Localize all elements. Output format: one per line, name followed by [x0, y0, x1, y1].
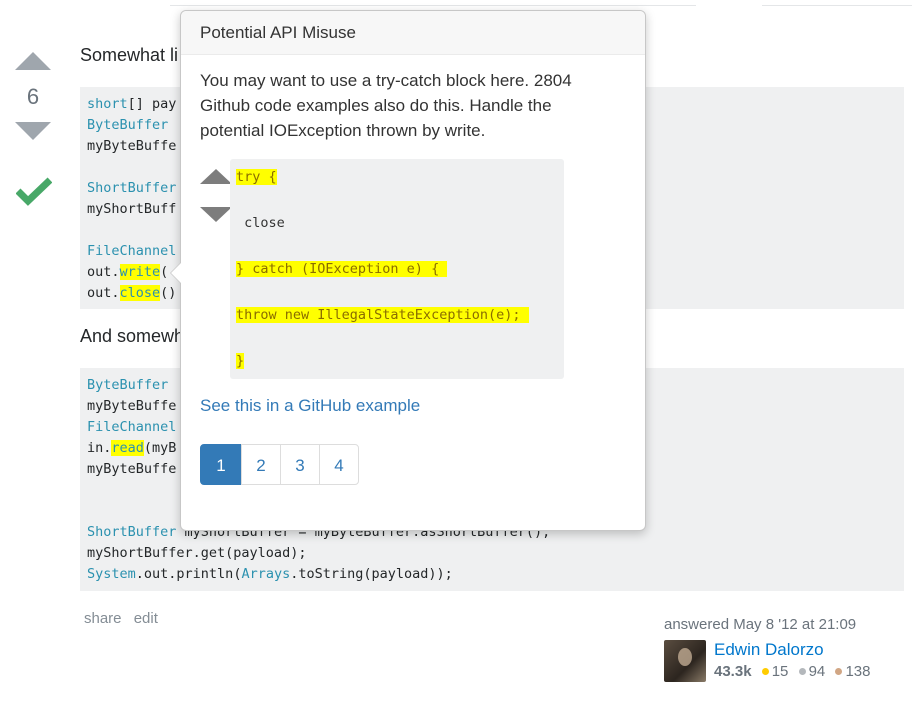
snippet-text: }: [236, 353, 245, 369]
snippet-upvote-icon[interactable]: [200, 169, 232, 184]
page-button-4[interactable]: 4: [319, 444, 359, 485]
answered-time: answered May 8 '12 at 21:09: [664, 616, 857, 633]
page-button-3[interactable]: 3: [280, 444, 320, 485]
answer-middle-text: And somewh: [80, 326, 185, 346]
user-signature: answered May 8 '12 at 21:09 Edwin Dalorz…: [664, 616, 904, 682]
code-line: myShortBuffer.get(payload);: [87, 543, 897, 564]
code-token: myByteBuffe: [87, 398, 177, 414]
page-button-1[interactable]: 1: [200, 444, 242, 485]
vote-count: 6: [26, 84, 40, 109]
snippet-text: throw new IllegalStateException(e);: [236, 307, 529, 323]
api-misuse-popover: Potential API Misuse You may want to use…: [170, 10, 646, 531]
snippet-line: close: [236, 214, 558, 260]
accepted-check-icon: [16, 177, 52, 206]
page-button-2[interactable]: 2: [241, 444, 281, 485]
snippet-line: throw new IllegalStateException(e);: [236, 306, 558, 352]
code-token: System: [87, 566, 136, 582]
code-token: short: [87, 96, 128, 112]
user-name-link[interactable]: Edwin Dalorzo: [714, 640, 824, 660]
code-token: in.: [87, 440, 112, 456]
avatar[interactable]: [664, 640, 706, 682]
code-token: FileChannel: [87, 419, 177, 435]
snippet-vote-controls: [200, 169, 232, 222]
code-token: [] pay: [127, 96, 177, 112]
code-line: System.out.println(Arrays.toString(paylo…: [87, 564, 897, 585]
highlighted-call: close: [119, 285, 161, 301]
code-token: ByteBuffer: [87, 377, 169, 393]
snippet-downvote-icon[interactable]: [200, 207, 232, 222]
answer-intro-text: Somewhat li: [80, 45, 179, 65]
code-token: ShortBuffer: [87, 524, 177, 540]
code-token: myByteBuffe: [87, 138, 177, 154]
code-token: (): [160, 285, 177, 301]
code-token: out.: [87, 285, 120, 301]
code-token: ByteBuffer: [87, 117, 169, 133]
bronze-badge-count: 138: [845, 663, 871, 680]
edit-link[interactable]: edit: [134, 610, 158, 627]
bronze-badge-icon: [835, 668, 843, 675]
snippet-line: }: [236, 352, 558, 398]
code-token: (: [160, 264, 169, 280]
post-menu: share edit: [84, 610, 166, 627]
silver-badge-count: 94: [808, 663, 826, 680]
downvote-icon[interactable]: [15, 122, 51, 140]
upvote-icon[interactable]: [15, 52, 51, 70]
popover-message: You may want to use a try-catch block he…: [200, 71, 572, 140]
pagination: 1234: [200, 444, 359, 485]
code-token: Arrays: [241, 566, 291, 582]
code-token: myShortBuff: [87, 201, 177, 217]
code-token: myByteBuffe: [87, 461, 177, 477]
snippet-line: } catch (IOException e) {: [236, 260, 558, 306]
code-token: ShortBuffer: [87, 180, 177, 196]
gold-badge-count: 15: [771, 663, 789, 680]
highlighted-call: write: [119, 264, 161, 280]
user-stats: 43.3k 15 94 138: [714, 663, 876, 680]
code-token: .toString(payload));: [290, 566, 453, 582]
top-divider: [170, 5, 696, 6]
share-link[interactable]: share: [84, 610, 122, 627]
code-token: myShortBuffer.get(payload);: [87, 545, 307, 561]
snippet-text: close: [236, 215, 285, 231]
popover-caret-inner: [171, 263, 181, 283]
snippet-text: } catch (IOException e) {: [236, 261, 448, 277]
code-token: out.: [87, 264, 120, 280]
code-token: .out.println(: [135, 566, 242, 582]
github-example-link[interactable]: See this in a GitHub example: [200, 396, 420, 416]
top-divider-right: [762, 5, 912, 6]
code-token: FileChannel: [87, 243, 177, 259]
popover-title: Potential API Misuse: [181, 11, 645, 55]
silver-badge-icon: [798, 668, 806, 675]
vote-controls: 6: [14, 52, 52, 140]
code-token: (myB: [143, 440, 177, 456]
suggested-code-snippet: try { close } catch (IOException e) { thr…: [230, 159, 564, 379]
snippet-line: try {: [236, 168, 558, 214]
gold-badge-icon: [761, 668, 769, 675]
reputation: 43.3k: [714, 663, 752, 680]
highlighted-call: read: [111, 440, 144, 456]
snippet-text: try {: [236, 169, 277, 185]
